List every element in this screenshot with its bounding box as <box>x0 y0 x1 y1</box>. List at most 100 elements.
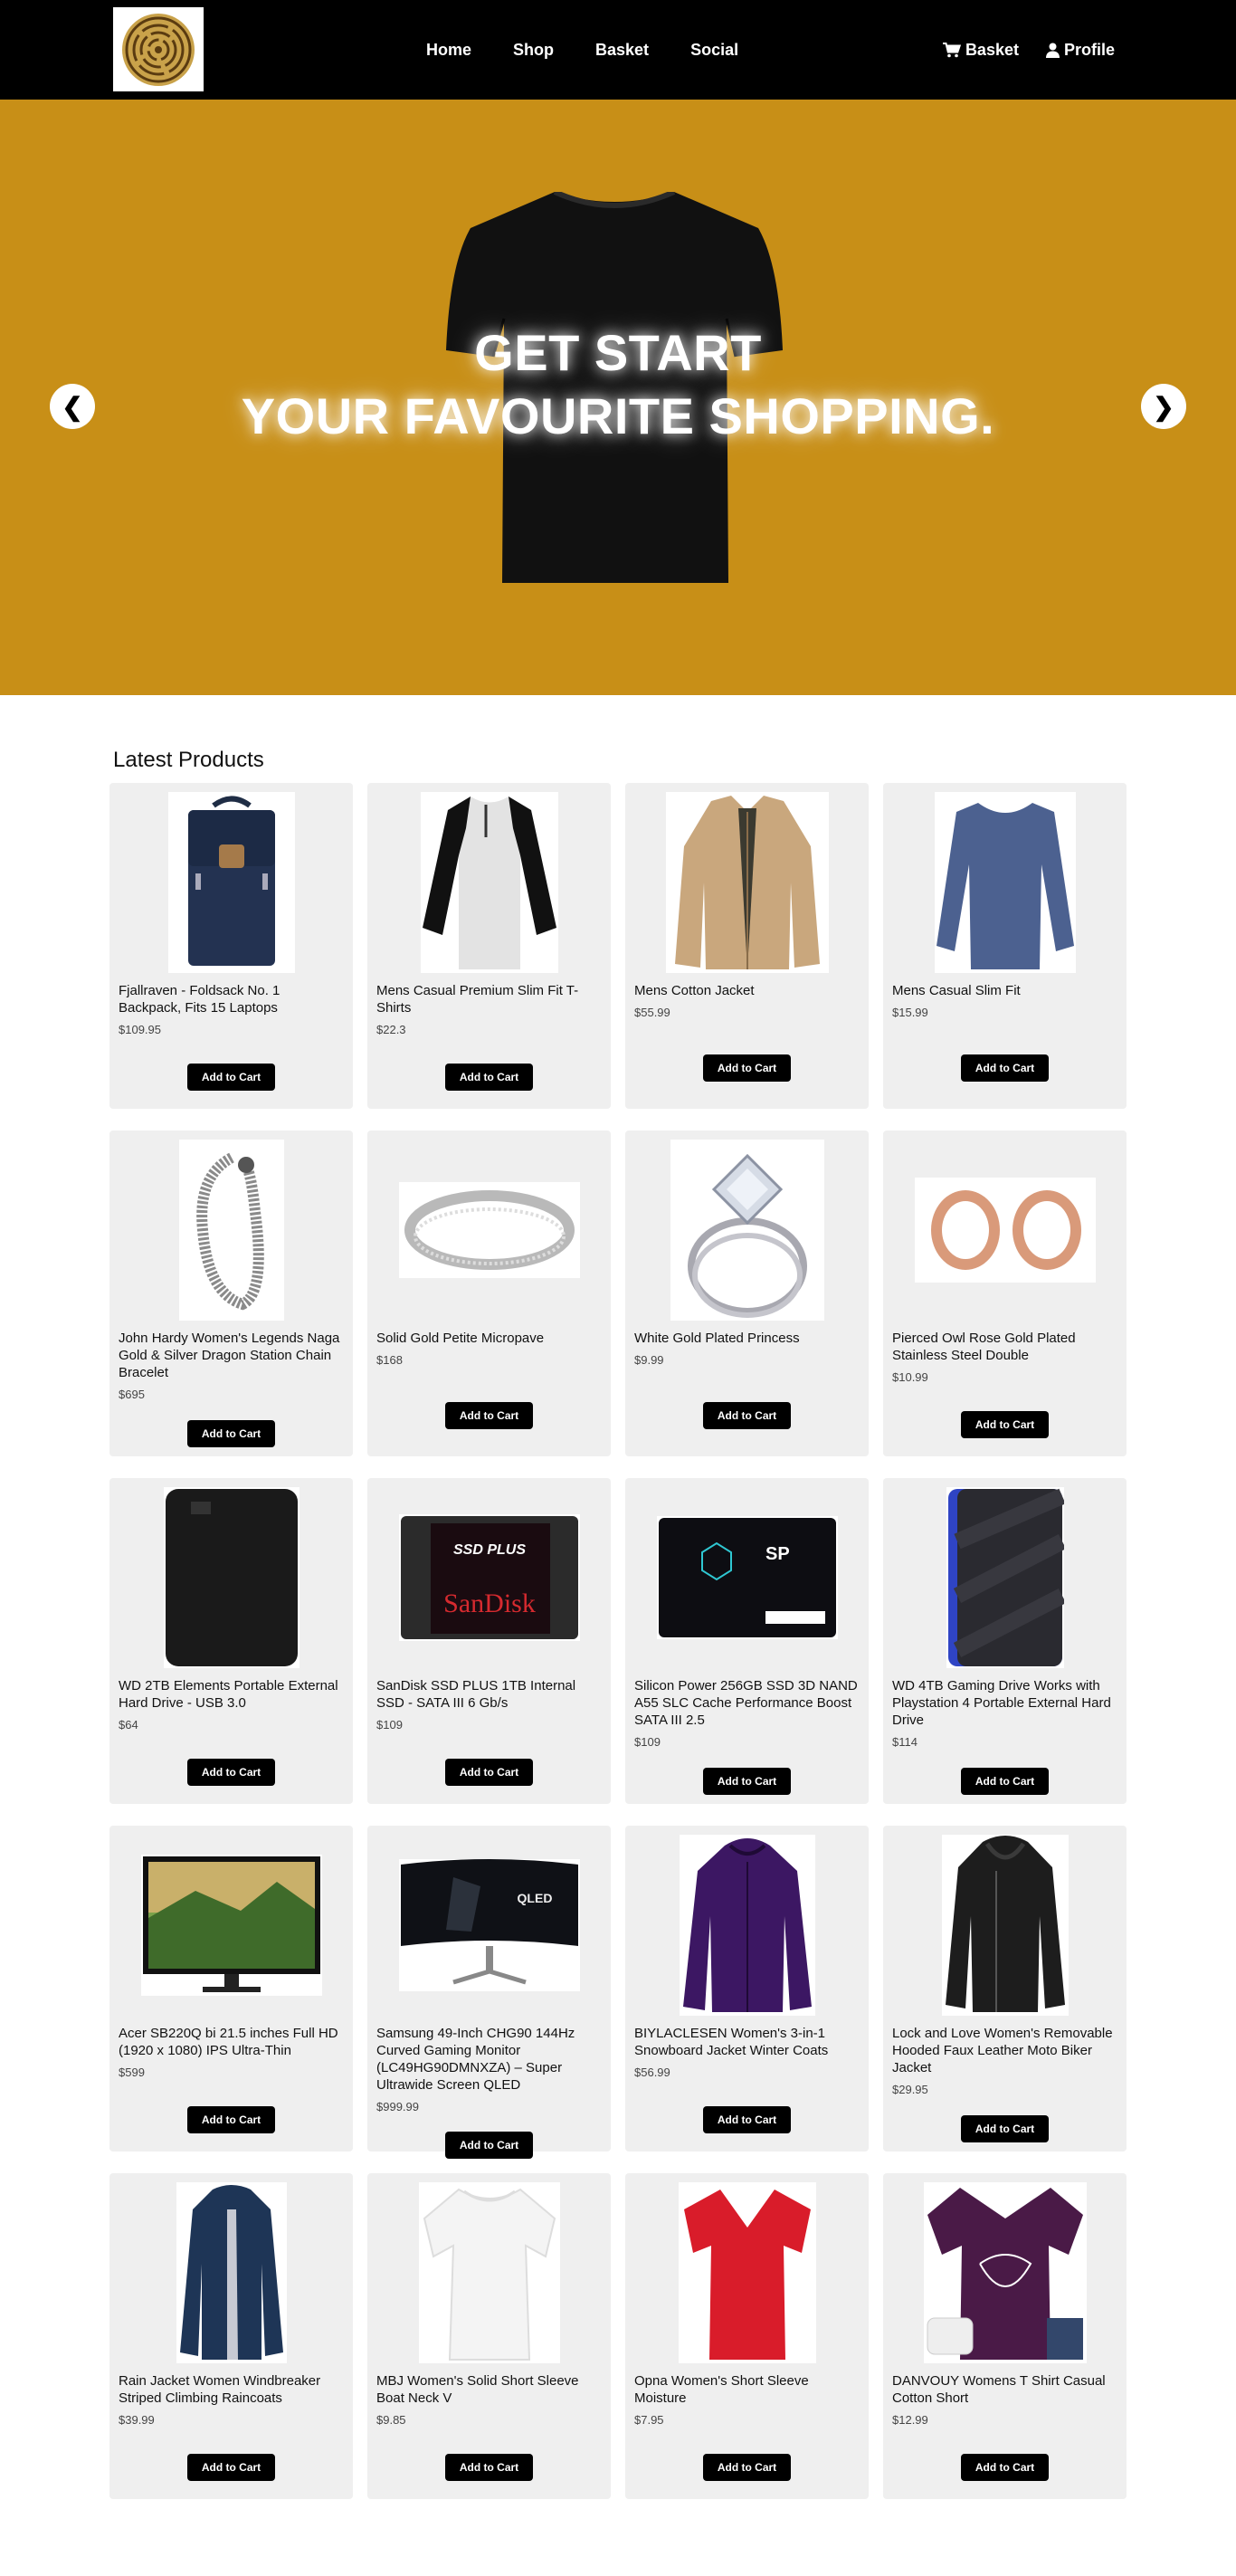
add-to-cart-button[interactable]: Add to Cart <box>187 2106 275 2133</box>
add-to-cart-button[interactable]: Add to Cart <box>703 2106 791 2133</box>
profile-link[interactable]: Profile <box>1045 41 1115 60</box>
product-image: SSD PLUS SanDisk <box>367 1487 611 1668</box>
product-card[interactable]: Opna Women's Short Sleeve Moisture $7.95 … <box>625 2173 869 2499</box>
product-image: QLED <box>367 1835 611 2016</box>
add-to-cart-button[interactable]: Add to Cart <box>445 2132 533 2159</box>
product-image <box>367 792 611 973</box>
product-title: Mens Casual Slim Fit $15.99 <box>892 982 1118 1021</box>
svg-text:SSD PLUS: SSD PLUS <box>452 1542 525 1558</box>
cart-icon <box>942 42 961 57</box>
add-to-cart-button[interactable]: Add to Cart <box>445 1064 533 1091</box>
product-title: Fjallraven - Foldsack No. 1 Backpack, Fi… <box>119 982 345 1038</box>
add-to-cart-button[interactable]: Add to Cart <box>187 2454 275 2481</box>
silicon-power-ssd-icon: SP <box>656 1516 838 1639</box>
product-price: $15.99 <box>892 1006 928 1019</box>
product-price: $56.99 <box>634 2066 670 2079</box>
product-title: WD 4TB Gaming Drive Works with Playstati… <box>892 1677 1118 1751</box>
add-to-cart-button[interactable]: Add to Cart <box>961 2454 1049 2481</box>
product-card[interactable]: Mens Cotton Jacket $55.99 Add to Cart <box>625 783 869 1109</box>
nav-home[interactable]: Home <box>426 41 471 60</box>
add-to-cart-button[interactable]: Add to Cart <box>961 1768 1049 1795</box>
product-card[interactable]: WD 4TB Gaming Drive Works with Playstati… <box>883 1478 1127 1804</box>
purple-jacket-icon <box>679 1835 815 2016</box>
svg-text:SanDisk: SanDisk <box>443 1589 536 1618</box>
product-card[interactable]: John Hardy Women's Legends Naga Gold & S… <box>109 1131 353 1456</box>
add-to-cart-button[interactable]: Add to Cart <box>703 1768 791 1795</box>
product-image <box>883 1487 1127 1668</box>
brand-logo[interactable] <box>113 7 204 91</box>
red-shirt-icon <box>678 2182 816 2363</box>
basket-link-label: Basket <box>965 40 1019 59</box>
add-to-cart-button[interactable]: Add to Cart <box>703 1054 791 1082</box>
product-card[interactable]: Mens Casual Premium Slim Fit T-Shirts $22… <box>367 783 611 1109</box>
long-sleeve-shirt-icon <box>934 792 1076 973</box>
add-to-cart-button[interactable]: Add to Cart <box>703 2454 791 2481</box>
product-card[interactable]: Solid Gold Petite Micropave $168 Add to C… <box>367 1131 611 1456</box>
product-title: SanDisk SSD PLUS 1TB Internal SSD - SATA… <box>376 1677 603 1733</box>
product-title: Silicon Power 256GB SSD 3D NAND A55 SLC … <box>634 1677 860 1751</box>
product-card[interactable]: WD 2TB Elements Portable External Hard D… <box>109 1478 353 1804</box>
hero-line-2: YOUR FAVOURITE SHOPPING. <box>241 387 995 444</box>
product-title: MBJ Women's Solid Short Sleeve Boat Neck… <box>376 2372 603 2428</box>
navbar: Home Shop Basket Social Basket Profile <box>0 0 1236 100</box>
sandisk-ssd-icon: SSD PLUS SanDisk <box>398 1514 580 1641</box>
add-to-cart-button[interactable]: Add to Cart <box>445 1759 533 1786</box>
product-image <box>883 1835 1127 2016</box>
add-to-cart-button[interactable]: Add to Cart <box>187 1420 275 1447</box>
leather-jacket-icon <box>941 1835 1069 2016</box>
ring-icon <box>398 1182 580 1278</box>
product-card[interactable]: DANVOUY Womens T Shirt Casual Cotton Sho… <box>883 2173 1127 2499</box>
add-to-cart-button[interactable]: Add to Cart <box>187 1064 275 1091</box>
carousel-next-button[interactable]: ❯ <box>1141 384 1186 429</box>
user-icon <box>1045 43 1060 58</box>
add-to-cart-button[interactable]: Add to Cart <box>961 2115 1049 2142</box>
product-price: $29.95 <box>892 2083 928 2096</box>
product-card[interactable]: Lock and Love Women's Removable Hooded F… <box>883 1826 1127 2151</box>
section-title: Latest Products <box>113 748 264 772</box>
maze-logo-icon <box>122 13 195 86</box>
add-to-cart-button[interactable]: Add to Cart <box>703 1402 791 1429</box>
add-to-cart-button[interactable]: Add to Cart <box>961 1411 1049 1438</box>
product-price: $109 <box>376 1718 403 1732</box>
nav-basket[interactable]: Basket <box>595 41 649 60</box>
product-price: $109 <box>634 1735 661 1749</box>
svg-text:SP: SP <box>765 1544 790 1564</box>
add-to-cart-button[interactable]: Add to Cart <box>445 1402 533 1429</box>
product-image <box>109 1487 353 1668</box>
product-price: $22.3 <box>376 1023 406 1036</box>
white-top-icon <box>418 2182 560 2363</box>
product-image <box>109 792 353 973</box>
product-card[interactable]: QLED Samsung 49-Inch CHG90 144Hz Curved … <box>367 1826 611 2159</box>
nav-shop[interactable]: Shop <box>513 41 554 60</box>
product-price: $168 <box>376 1353 403 1367</box>
product-price: $7.95 <box>634 2413 664 2427</box>
product-card[interactable]: Acer SB220Q bi 21.5 inches Full HD (1920… <box>109 1826 353 2151</box>
carousel-prev-button[interactable]: ❮ <box>50 384 95 429</box>
product-image <box>367 1140 611 1321</box>
product-card[interactable]: Fjallraven - Foldsack No. 1 Backpack, Fi… <box>109 783 353 1109</box>
hero-headline: GET START YOUR FAVOURITE SHOPPING. <box>0 321 1236 448</box>
nav-social[interactable]: Social <box>690 41 738 60</box>
add-to-cart-button[interactable]: Add to Cart <box>445 2454 533 2481</box>
product-price: $114 <box>892 1735 917 1749</box>
add-to-cart-button[interactable]: Add to Cart <box>187 1759 275 1786</box>
rain-jacket-icon <box>176 2182 287 2363</box>
product-card[interactable]: SSD PLUS SanDisk SanDisk SSD PLUS 1TB Int… <box>367 1478 611 1804</box>
user-menu: Basket Profile <box>916 0 1115 100</box>
product-title: Rain Jacket Women Windbreaker Striped Cl… <box>119 2372 345 2428</box>
product-card[interactable]: Rain Jacket Women Windbreaker Striped Cl… <box>109 2173 353 2499</box>
ear-plugs-icon <box>914 1178 1096 1283</box>
product-card[interactable]: White Gold Plated Princess $9.99 Add to C… <box>625 1131 869 1456</box>
product-card[interactable]: SP Silicon Power 256GB SSD 3D NAND A55 S… <box>625 1478 869 1804</box>
product-image <box>625 2182 869 2363</box>
product-card[interactable]: BIYLACLESEN Women's 3-in-1 Snowboard Jac… <box>625 1826 869 2151</box>
basket-link[interactable]: Basket <box>942 40 1019 60</box>
product-card[interactable]: MBJ Women's Solid Short Sleeve Boat Neck… <box>367 2173 611 2499</box>
product-image <box>367 2182 611 2363</box>
monitor-icon <box>140 1855 322 1996</box>
product-price: $695 <box>119 1388 145 1401</box>
product-card[interactable]: Pierced Owl Rose Gold Plated Stainless S… <box>883 1131 1127 1456</box>
add-to-cart-button[interactable]: Add to Cart <box>961 1054 1049 1082</box>
product-card[interactable]: Mens Casual Slim Fit $15.99 Add to Cart <box>883 783 1127 1109</box>
bracelet-icon <box>178 1140 284 1321</box>
